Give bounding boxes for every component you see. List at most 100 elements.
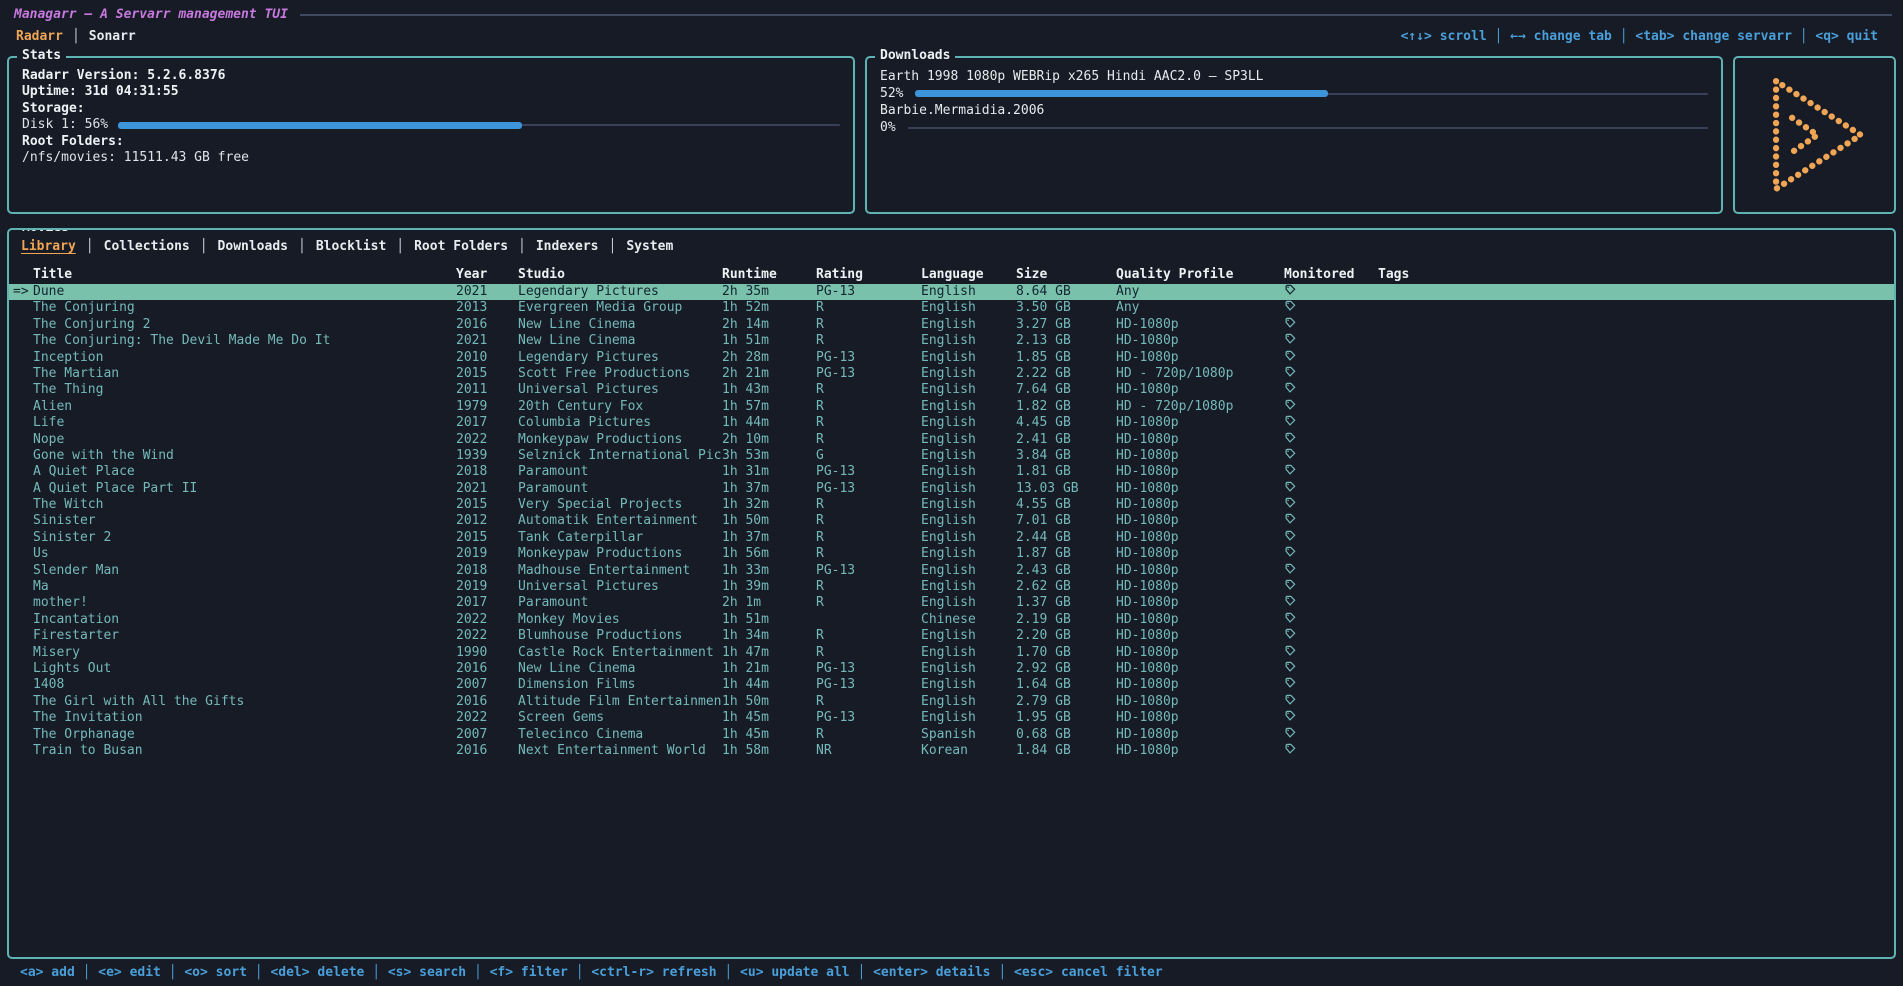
movie-studio: Monkey Movies [518,612,722,628]
movie-runtime: 2h 21m [722,366,816,382]
movie-studio: Dimension Films [518,677,722,693]
movie-year: 2016 [456,743,518,759]
table-row[interactable]: 14082007Dimension Films1h 44mPG-13Englis… [9,677,1894,693]
movie-title: Dune [33,284,456,300]
downloads-list: Earth 1998 1080p WEBRip x265 Hindi AAC2.… [867,58,1721,136]
movie-rating: R [816,513,921,529]
tab-library[interactable]: Library [21,239,76,254]
table-row[interactable]: The Conjuring2013Evergreen Media Group1h… [9,300,1894,316]
movie-quality-profile: HD-1080p [1116,743,1276,759]
movie-rating: R [816,382,921,398]
tab-root-folders[interactable]: Root Folders [414,239,508,254]
movie-size: 0.68 GB [1016,727,1116,743]
movies-tab-bar: Library│Collections│Downloads│Blocklist│… [9,230,1894,260]
table-row[interactable]: Inception2010Legendary Pictures2h 28mPG-… [9,350,1894,366]
table-row[interactable]: The Girl with All the Gifts2016Altitude … [9,694,1894,710]
servarr-tab-sonarr[interactable]: Sonarr [89,29,136,44]
table-row[interactable]: A Quiet Place Part II2021Paramount1h 37m… [9,481,1894,497]
movie-title: Slender Man [33,563,456,579]
table-row[interactable]: Lights Out2016New Line Cinema1h 21mPG-13… [9,661,1894,677]
movie-studio: Universal Pictures [518,382,722,398]
title-rule [300,14,1892,16]
movie-rating: PG-13 [816,366,921,382]
movie-studio: Selznick International Pic [518,448,722,464]
movie-language: English [921,546,1016,562]
movie-monitored [1276,284,1378,300]
movie-runtime: 1h 47m [722,645,816,661]
table-row[interactable]: The Invitation2022Screen Gems1h 45mPG-13… [9,710,1894,726]
table-row[interactable]: The Witch2015Very Special Projects1h 32m… [9,497,1894,513]
table-row[interactable]: Sinister 22015Tank Caterpillar1h 37mREng… [9,530,1894,546]
table-row[interactable]: Slender Man2018Madhouse Entertainment1h … [9,563,1894,579]
movie-language: English [921,661,1016,677]
movie-title: 1408 [33,677,456,693]
servarr-tabs: Radarr │ Sonarr [16,29,136,44]
movie-size: 1.70 GB [1016,645,1116,661]
table-row[interactable]: Incantation2022Monkey Movies1h 51mChines… [9,612,1894,628]
movie-title: A Quiet Place Part II [33,481,456,497]
table-row[interactable]: The Thing2011Universal Pictures1h 43mREn… [9,382,1894,398]
movie-rating: PG-13 [816,350,921,366]
tab-blocklist[interactable]: Blocklist [316,239,386,254]
movie-monitored [1276,333,1378,349]
tab-system[interactable]: System [626,239,673,254]
movie-rating: NR [816,743,921,759]
movie-title: Gone with the Wind [33,448,456,464]
movie-year: 2016 [456,694,518,710]
tab-separator: │ [72,29,80,44]
movie-studio: Paramount [518,595,722,611]
radarr-version: Radarr Version: 5.2.6.8376 [22,68,840,84]
movie-quality-profile: HD-1080p [1116,661,1276,677]
table-row[interactable]: Gone with the Wind1939Selznick Internati… [9,448,1894,464]
tab-indexers[interactable]: Indexers [536,239,599,254]
movie-rating: R [816,415,921,431]
movie-studio: Columbia Pictures [518,415,722,431]
movie-studio: Scott Free Productions [518,366,722,382]
movie-year: 2021 [456,333,518,349]
movie-title: The Witch [33,497,456,513]
table-row[interactable]: Train to Busan2016Next Entertainment Wor… [9,743,1894,759]
table-row[interactable]: The Conjuring: The Devil Made Me Do It20… [9,333,1894,349]
movie-monitored [1276,300,1378,316]
movie-runtime: 2h 28m [722,350,816,366]
table-row[interactable]: The Martian2015Scott Free Productions2h … [9,366,1894,382]
movie-year: 2022 [456,612,518,628]
table-row[interactable]: Us2019Monkeypaw Productions1h 56mREnglis… [9,546,1894,562]
movie-size: 2.20 GB [1016,628,1116,644]
movie-title: The Orphanage [33,727,456,743]
movie-size: 7.01 GB [1016,513,1116,529]
movie-language: English [921,333,1016,349]
table-row[interactable]: Life2017Columbia Pictures1h 44mREnglish4… [9,415,1894,431]
movie-quality-profile: HD-1080p [1116,628,1276,644]
table-row[interactable]: A Quiet Place2018Paramount1h 31mPG-13Eng… [9,464,1894,480]
tab-separator: │ [608,239,616,254]
movie-studio: Legendary Pictures [518,350,722,366]
table-row[interactable]: =>Dune2021Legendary Pictures2h 35mPG-13E… [9,284,1894,300]
table-row[interactable]: Sinister2012Automatik Entertainment1h 50… [9,513,1894,529]
table-row[interactable]: The Orphanage2007Telecinco Cinema1h 45mR… [9,727,1894,743]
tab-downloads[interactable]: Downloads [218,239,288,254]
tab-collections[interactable]: Collections [104,239,190,254]
movie-size: 3.27 GB [1016,317,1116,333]
movie-studio: Madhouse Entertainment [518,563,722,579]
servarr-tab-radarr[interactable]: Radarr [16,29,63,44]
download-progress-row: 52% [880,85,1708,102]
table-row[interactable]: Misery1990Castle Rock Entertainment1h 47… [9,645,1894,661]
table-row[interactable]: Nope2022Monkeypaw Productions2h 10mREngl… [9,432,1894,448]
movie-year: 2022 [456,628,518,644]
movie-runtime: 2h 14m [722,317,816,333]
movie-studio: New Line Cinema [518,333,722,349]
monitored-icon [1284,300,1296,312]
table-row[interactable]: Alien197920th Century Fox1h 57mREnglish1… [9,399,1894,415]
table-row[interactable]: The Conjuring 22016New Line Cinema2h 14m… [9,317,1894,333]
table-row[interactable]: Ma2019Universal Pictures1h 39mREnglish2.… [9,579,1894,595]
movie-quality-profile: HD-1080p [1116,481,1276,497]
table-row[interactable]: mother!2017Paramount2h 1mREnglish1.37 GB… [9,595,1894,611]
movie-rating: R [816,546,921,562]
movie-year: 2007 [456,727,518,743]
movie-rating: PG-13 [816,284,921,300]
top-keybind-hints: <↑↓> scroll │ ←→ change tab │ <tab> chan… [1401,29,1896,44]
movie-year: 2021 [456,481,518,497]
movie-size: 2.44 GB [1016,530,1116,546]
table-row[interactable]: Firestarter2022Blumhouse Productions1h 3… [9,628,1894,644]
